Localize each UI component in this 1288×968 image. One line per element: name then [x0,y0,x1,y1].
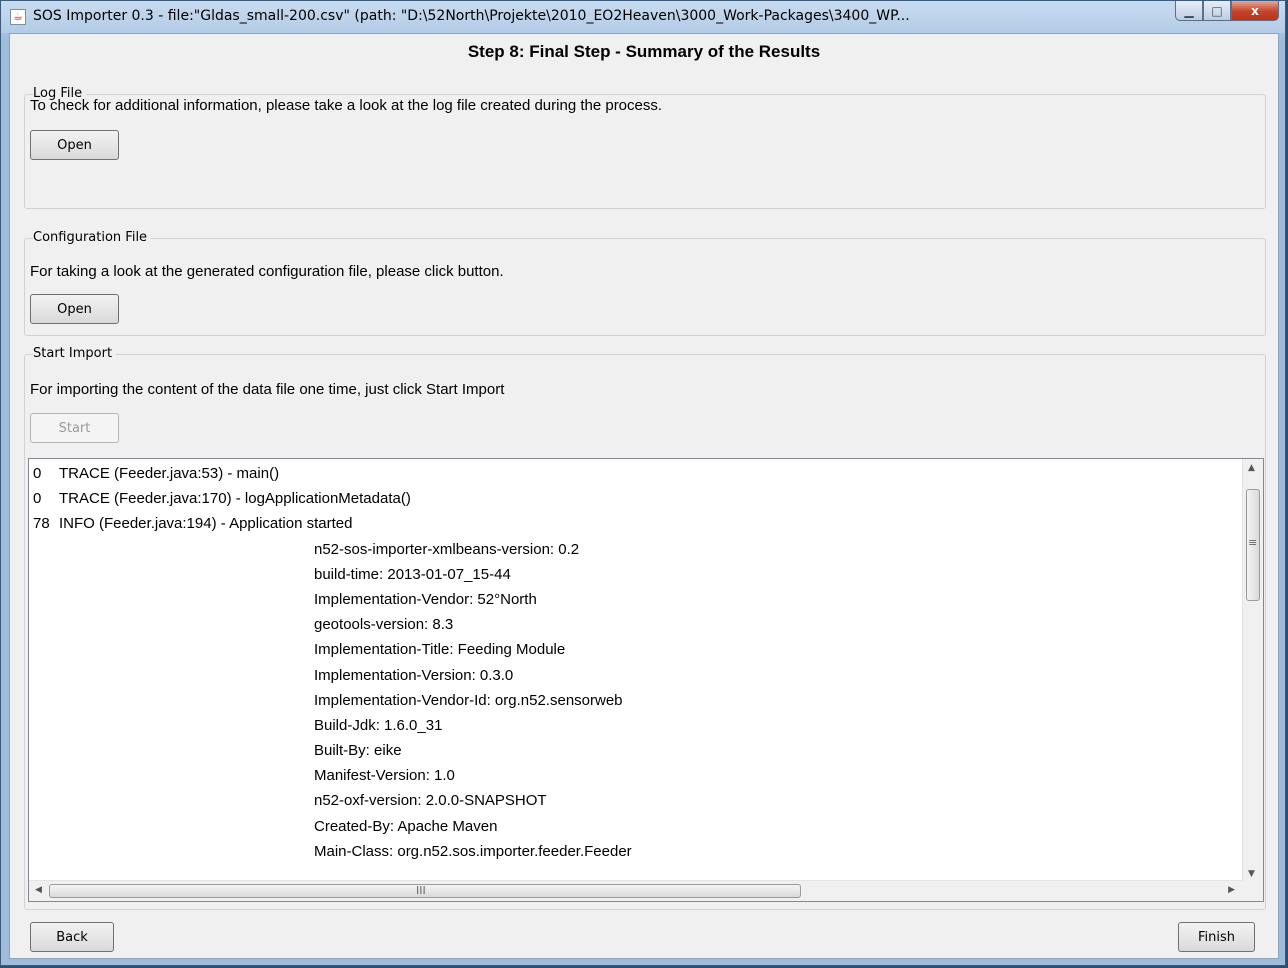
horizontal-scrollbar[interactable]: ◀ III ▶ [29,880,1243,901]
window-controls: ▁ □ x [1175,1,1279,23]
scroll-left-icon[interactable]: ◀ [35,885,42,895]
minimize-button[interactable]: ▁ [1175,1,1203,21]
maximize-icon: □ [1211,3,1223,18]
horizontal-scroll-thumb[interactable]: III [49,884,801,898]
importer-window: ☕ SOS Importer 0.3 - file:"Gldas_small-2… [0,0,1286,966]
scroll-down-icon[interactable]: ▼ [1248,869,1255,879]
config-file-description: For taking a look at the generated confi… [30,263,504,280]
start-import-label: Start Import [33,346,117,361]
close-icon: x [1251,3,1259,18]
window-title: SOS Importer 0.3 - file:"Gldas_small-200… [33,8,910,24]
back-button[interactable]: Back [30,922,114,952]
log-file-panel: Log File To check for additional informa… [24,86,1266,209]
finish-button[interactable]: Finish [1178,922,1255,952]
open-config-file-button[interactable]: Open [30,294,119,324]
grip-icon: III [416,884,426,897]
start-import-description: For importing the content of the data fi… [30,381,505,398]
close-button[interactable]: x [1231,1,1279,21]
scroll-up-icon[interactable]: ▲ [1248,463,1255,473]
vertical-scroll-thumb[interactable]: ≡ [1246,489,1260,601]
log-output-area[interactable]: 0 TRACE (Feeder.java:53) - main() 0 TRACE … [28,458,1264,902]
scroll-right-icon[interactable]: ▶ [1228,885,1235,895]
java-icon: ☕ [10,9,26,25]
grip-icon: ≡ [1248,536,1258,549]
page-title: Step 8: Final Step - Summary of the Resu… [467,42,821,61]
title-bar[interactable]: ☕ SOS Importer 0.3 - file:"Gldas_small-2… [1,1,1285,33]
config-file-panel: Configuration File For taking a look at … [24,230,1266,336]
maximize-button[interactable]: □ [1203,1,1231,21]
start-import-button[interactable]: Start [30,413,119,443]
vertical-scrollbar[interactable]: ▲ ≡ ▼ [1242,459,1263,883]
config-file-label: Configuration File [33,230,152,245]
minimize-icon: ▁ [1184,3,1194,18]
scroll-corner [1243,881,1263,901]
log-file-description: To check for additional information, ple… [30,97,663,114]
wizard-content: Step 8: Final Step - Summary of the Resu… [9,33,1279,959]
open-log-file-button[interactable]: Open [30,130,119,160]
